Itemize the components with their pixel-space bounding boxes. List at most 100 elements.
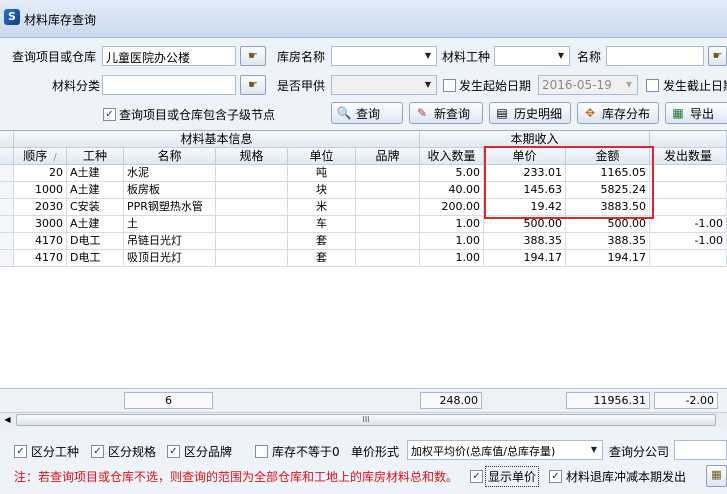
cell-spec[interactable] xyxy=(216,199,288,216)
column-header-spec[interactable]: 规格 xyxy=(216,148,288,165)
cell-out-qty[interactable] xyxy=(650,182,727,199)
cell-seq[interactable]: 20 xyxy=(14,165,67,182)
category-picker-button[interactable]: ☛ xyxy=(240,75,266,95)
cell-brand[interactable] xyxy=(356,182,420,199)
project-picker-button[interactable]: ☛ xyxy=(240,46,266,66)
cell-out-qty[interactable] xyxy=(650,199,727,216)
cell-spec[interactable] xyxy=(216,250,288,267)
cell-in-qty[interactable]: 1.00 xyxy=(420,250,484,267)
export-button[interactable]: ▦ 导出 xyxy=(665,102,727,124)
cell-seq[interactable]: 2030 xyxy=(14,199,67,216)
cell-trade[interactable]: D电工 xyxy=(67,233,124,250)
cell-brand[interactable] xyxy=(356,216,420,233)
cell-out-qty[interactable]: -1.00 xyxy=(650,233,727,250)
column-header-in-qty[interactable]: 收入数量 xyxy=(420,148,484,165)
cell-unit[interactable]: 块 xyxy=(288,182,356,199)
row-selector[interactable] xyxy=(0,199,14,216)
cell-name[interactable]: PPR钢塑热水管 xyxy=(124,199,216,216)
cell-brand[interactable] xyxy=(356,165,420,182)
cell-unit[interactable]: 套 xyxy=(288,250,356,267)
owner-supply-select[interactable]: ▼ xyxy=(331,75,437,95)
cell-in-qty[interactable]: 1.00 xyxy=(420,216,484,233)
cell-spec[interactable] xyxy=(216,165,288,182)
cell-price[interactable]: 194.17 xyxy=(484,250,566,267)
start-date-input[interactable]: 2016-05-19 ▼ xyxy=(538,75,638,95)
column-header-seq[interactable]: 顺序 / xyxy=(14,148,67,165)
cell-name[interactable]: 水泥 xyxy=(124,165,216,182)
by-spec-checkbox[interactable]: ✓ xyxy=(91,445,104,458)
project-input[interactable]: 儿童医院办公楼 xyxy=(102,46,236,66)
cell-seq[interactable]: 3000 xyxy=(14,216,67,233)
cell-spec[interactable] xyxy=(216,233,288,250)
by-trade-checkbox[interactable]: ✓ xyxy=(14,445,27,458)
cell-spec[interactable] xyxy=(216,216,288,233)
cell-name[interactable]: 板房板 xyxy=(124,182,216,199)
column-header-name[interactable]: 名称 xyxy=(124,148,216,165)
history-detail-button[interactable]: ▤ 历史明细 xyxy=(489,102,571,124)
cell-unit[interactable]: 车 xyxy=(288,216,356,233)
cell-brand[interactable] xyxy=(356,250,420,267)
row-selector[interactable] xyxy=(0,250,14,267)
cell-unit[interactable]: 米 xyxy=(288,199,356,216)
cell-unit[interactable]: 吨 xyxy=(288,165,356,182)
category-input[interactable] xyxy=(102,75,236,95)
row-selector[interactable] xyxy=(0,165,14,182)
query-branch-select[interactable] xyxy=(674,440,727,460)
cell-trade[interactable]: D电工 xyxy=(67,250,124,267)
cell-brand[interactable] xyxy=(356,233,420,250)
scroll-left-arrow-icon[interactable]: ◀ xyxy=(2,414,13,426)
cell-in-qty[interactable]: 5.00 xyxy=(420,165,484,182)
name-picker-button[interactable]: ☛ xyxy=(708,46,727,66)
cell-trade[interactable]: A土建 xyxy=(67,216,124,233)
magnifier-icon: 🔍 xyxy=(336,106,352,120)
scroll-thumb[interactable]: III xyxy=(16,414,716,426)
stock-nonzero-checkbox[interactable] xyxy=(255,445,268,458)
end-date-checkbox[interactable] xyxy=(646,79,659,92)
cell-spec[interactable] xyxy=(216,182,288,199)
warehouse-select[interactable]: ▼ xyxy=(331,46,437,66)
row-header-spacer xyxy=(0,148,14,165)
name-input[interactable] xyxy=(606,46,704,66)
cell-amount[interactable]: 194.17 xyxy=(566,250,650,267)
cell-trade[interactable]: C安装 xyxy=(67,199,124,216)
column-header-out-qty[interactable]: 发出数量 xyxy=(650,148,727,165)
start-date-checkbox[interactable] xyxy=(443,79,456,92)
cell-in-qty[interactable]: 200.00 xyxy=(420,199,484,216)
stock-distribution-button[interactable]: ✥ 库存分布 xyxy=(577,102,659,124)
query-button[interactable]: 🔍 查询 xyxy=(331,102,403,124)
return-offset-checkbox[interactable]: ✓ xyxy=(549,470,562,483)
cell-name[interactable]: 土 xyxy=(124,216,216,233)
material-type-select[interactable]: ▼ xyxy=(494,46,570,66)
new-query-button[interactable]: ✎ 新查询 xyxy=(409,102,483,124)
cell-brand[interactable] xyxy=(356,199,420,216)
show-price-checkbox[interactable]: ✓ xyxy=(470,470,483,483)
cell-seq[interactable]: 1000 xyxy=(14,182,67,199)
include-children-checkbox[interactable]: ✓ xyxy=(103,108,116,121)
cell-name[interactable]: 吸顶日光灯 xyxy=(124,250,216,267)
cell-amount[interactable]: 388.35 xyxy=(566,233,650,250)
row-selector[interactable] xyxy=(0,233,14,250)
column-header-unit[interactable]: 单位 xyxy=(288,148,356,165)
price-form-select[interactable]: 加权平均价(总库值/总库存量) ▼ xyxy=(407,440,603,460)
cell-trade[interactable]: A土建 xyxy=(67,165,124,182)
cell-seq[interactable]: 4170 xyxy=(14,250,67,267)
cell-price[interactable]: 388.35 xyxy=(484,233,566,250)
cell-in-qty[interactable]: 40.00 xyxy=(420,182,484,199)
cell-unit[interactable]: 套 xyxy=(288,233,356,250)
column-header-trade[interactable]: 工种 xyxy=(67,148,124,165)
chevron-down-icon: ▼ xyxy=(590,445,598,454)
horizontal-scrollbar[interactable]: ◀ III xyxy=(0,412,727,427)
row-selector[interactable] xyxy=(0,182,14,199)
cell-out-qty[interactable] xyxy=(650,250,727,267)
extra-action-button[interactable]: ▦ xyxy=(706,465,727,487)
cell-out-qty[interactable]: -1.00 xyxy=(650,216,727,233)
cell-name[interactable]: 吊链日光灯 xyxy=(124,233,216,250)
row-selector[interactable] xyxy=(0,216,14,233)
cell-seq[interactable]: 4170 xyxy=(14,233,67,250)
calendar-dropdown-icon: ▼ xyxy=(625,80,633,89)
by-brand-checkbox[interactable]: ✓ xyxy=(167,445,180,458)
cell-out-qty[interactable] xyxy=(650,165,727,182)
cell-trade[interactable]: A土建 xyxy=(67,182,124,199)
cell-in-qty[interactable]: 1.00 xyxy=(420,233,484,250)
column-header-brand[interactable]: 品牌 xyxy=(356,148,420,165)
